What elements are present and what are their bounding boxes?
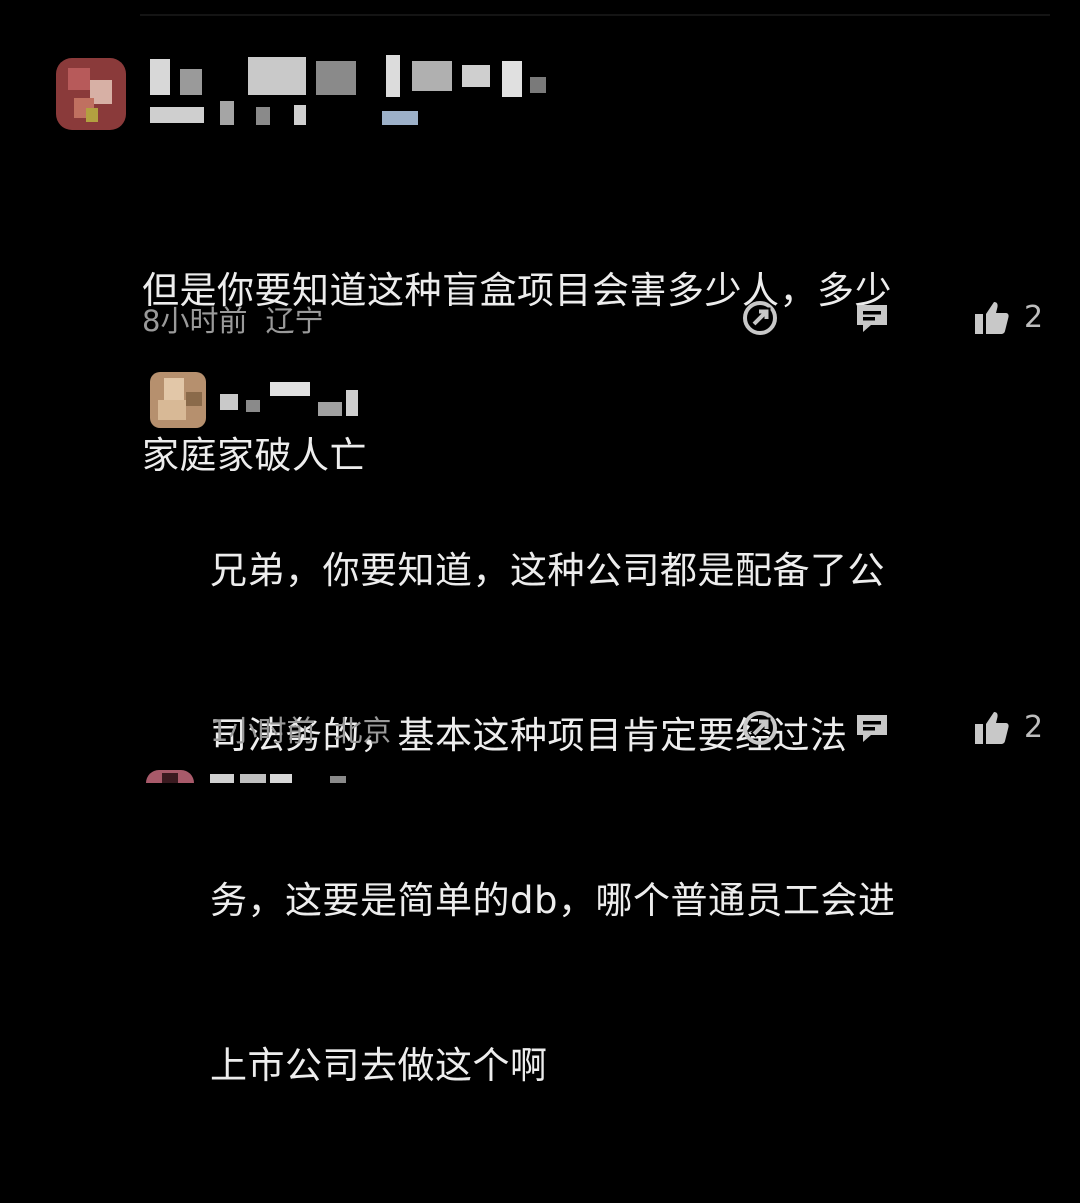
location: 辽宁 [265, 304, 324, 338]
share-button[interactable] [738, 706, 782, 750]
comment-text: 兄弟，你要知道，这种公司都是配备了公 司法务的，基本这种项目肯定要经过法 务，这… [210, 433, 1060, 1203]
comment-text-line: 务，这要是简单的db，哪个普通员工会进 [210, 879, 896, 922]
username-blurred[interactable] [218, 380, 368, 430]
like-button[interactable] [970, 706, 1014, 750]
like-count: 2 [1024, 300, 1044, 335]
share-icon [743, 301, 777, 335]
comment-meta: 1小时前 北京 [210, 708, 391, 750]
timestamp: 8小时前 [142, 304, 248, 338]
reply-button[interactable] [850, 296, 894, 340]
like-count: 2 [1024, 710, 1044, 745]
share-icon [743, 711, 777, 745]
top-divider [140, 14, 1050, 16]
timestamp: 1小时前 [210, 714, 316, 748]
reply-icon [857, 305, 887, 332]
avatar-blurred[interactable] [56, 58, 126, 130]
reply-button[interactable] [850, 706, 894, 750]
next-comment-username-partial [210, 774, 390, 783]
comment-meta: 8小时前 辽宁 [142, 298, 323, 340]
username-blurred[interactable] [150, 55, 550, 135]
location: 北京 [333, 714, 392, 748]
comment-text-line: 上市公司去做这个啊 [210, 1044, 548, 1087]
thumbs-up-icon [975, 302, 1009, 334]
avatar-blurred[interactable] [150, 372, 206, 428]
like-button[interactable] [970, 296, 1014, 340]
next-comment-avatar-partial[interactable] [146, 770, 194, 783]
share-button[interactable] [738, 296, 782, 340]
reply-icon [857, 715, 887, 742]
comment-text-line: 兄弟，你要知道，这种公司都是配备了公 [210, 549, 885, 592]
thumbs-up-icon [975, 712, 1009, 744]
